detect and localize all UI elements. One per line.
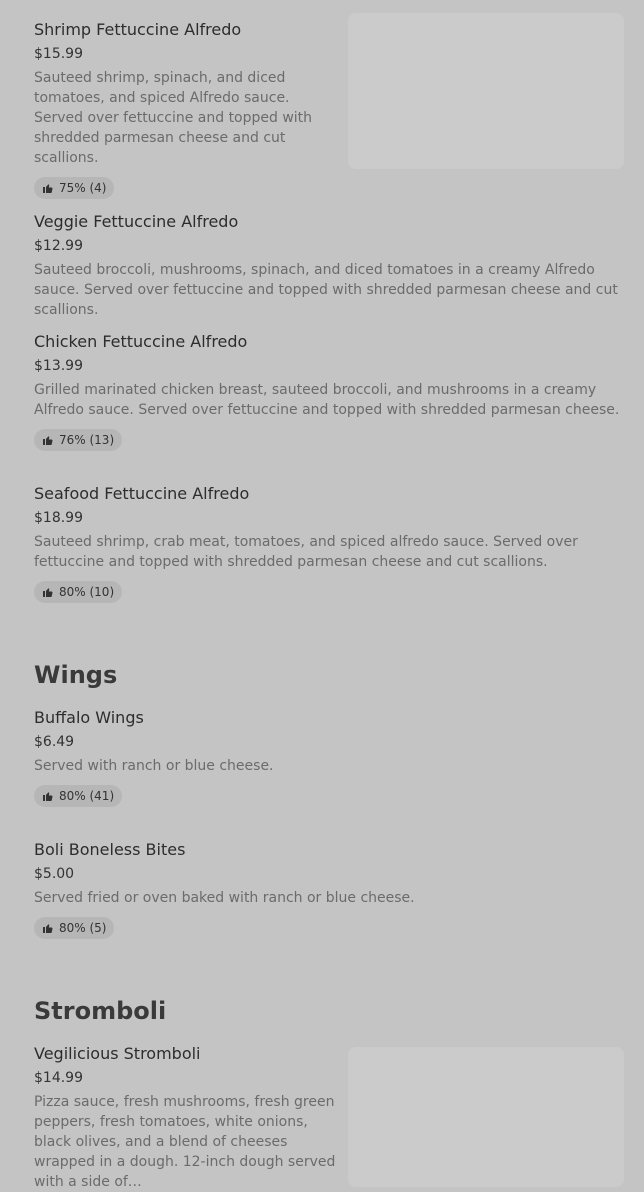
item-name: Chicken Fettuccine Alfredo xyxy=(34,332,248,351)
menu-item[interactable]: Boli Boneless Bites $5.00 Served fried o… xyxy=(34,840,624,939)
item-description: Sauteed broccoli, mushrooms, spinach, an… xyxy=(34,262,618,318)
thumbs-up-icon xyxy=(43,588,53,598)
thumbs-up-icon xyxy=(43,924,53,934)
menu-item[interactable]: Buffalo Wings $6.49 Served with ranch or… xyxy=(34,708,624,807)
item-name: Seafood Fettuccine Alfredo xyxy=(34,484,250,503)
item-price: $13.99 xyxy=(34,358,83,374)
rating-text: 80% (41) xyxy=(59,789,115,803)
item-description: Grilled marinated chicken breast, sautee… xyxy=(34,382,620,418)
rating-text: 80% (5) xyxy=(59,921,107,935)
menu-item[interactable]: Veggie Fettuccine Alfredo $12.99 Sauteed… xyxy=(34,212,624,320)
item-description: Sauteed shrimp, spinach, and diced tomat… xyxy=(34,70,313,166)
item-name: Shrimp Fettuccine Alfredo xyxy=(34,20,242,39)
item-description: Served with ranch or blue cheese. xyxy=(34,758,274,774)
rating-badge: 80% (41) xyxy=(34,785,123,807)
thumbs-up-icon xyxy=(43,436,53,446)
rating-text: 80% (10) xyxy=(59,585,115,599)
thumbs-up-icon xyxy=(43,184,53,194)
menu-item[interactable]: Chicken Fettuccine Alfredo $13.99 Grille… xyxy=(34,332,624,451)
menu-item[interactable]: Seafood Fettuccine Alfredo $18.99 Sautee… xyxy=(34,484,624,603)
rating-badge: 75% (4) xyxy=(34,177,115,199)
item-description: Sauteed shrimp, crab meat, tomatoes, and… xyxy=(34,534,578,570)
menu-item[interactable]: Shrimp Fettuccine Alfredo $15.99 Sauteed… xyxy=(34,13,624,199)
item-description: Served fried or oven baked with ranch or… xyxy=(34,890,415,906)
rating-badge: 76% (13) xyxy=(34,429,123,451)
item-price: $15.99 xyxy=(34,46,83,62)
item-description: Pizza sauce, fresh mushrooms, fresh gree… xyxy=(34,1094,336,1190)
item-name: Buffalo Wings xyxy=(34,708,144,727)
item-name: Boli Boneless Bites xyxy=(34,840,186,859)
item-price: $12.99 xyxy=(34,238,83,254)
rating-badge: 80% (10) xyxy=(34,581,123,603)
item-name: Vegilicious Stromboli xyxy=(34,1044,201,1063)
section-title-wings: Wings xyxy=(34,661,118,689)
rating-badge: 80% (5) xyxy=(34,917,115,939)
thumbs-up-icon xyxy=(43,792,53,802)
section-title-stromboli: Stromboli xyxy=(34,997,167,1025)
item-price: $6.49 xyxy=(34,734,75,750)
menu-item[interactable]: Vegilicious Stromboli $14.99 Pizza sauce… xyxy=(34,1044,624,1192)
rating-text: 75% (4) xyxy=(59,181,107,195)
item-price: $5.00 xyxy=(34,866,75,882)
item-image[interactable] xyxy=(348,13,624,169)
item-price: $18.99 xyxy=(34,510,83,526)
rating-text: 76% (13) xyxy=(59,433,115,447)
item-image[interactable] xyxy=(348,1047,624,1187)
item-name: Veggie Fettuccine Alfredo xyxy=(34,212,239,231)
item-price: $14.99 xyxy=(34,1070,83,1086)
